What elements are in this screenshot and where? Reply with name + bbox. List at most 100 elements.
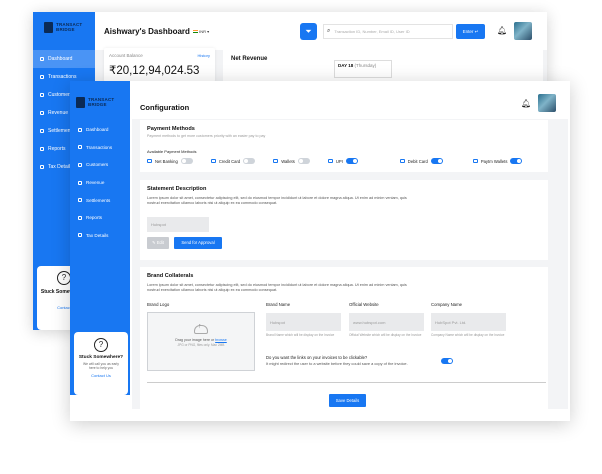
brand-logo[interactable]: TRANSACT BRIDGE [76,97,114,108]
logo-mark-icon [76,97,85,108]
upi-toggle[interactable] [345,158,358,164]
brand-name-input[interactable]: Hubspot [266,313,341,331]
revenue-icon [40,111,44,115]
available-methods-label: Available Payment Methods [147,149,197,154]
save-details-button[interactable]: Save Details [329,394,366,407]
settlements-icon [40,129,44,133]
sidebar-item-reports[interactable]: Reports [70,209,130,227]
sidebar-item-tax-details[interactable]: Tax Details [70,227,130,245]
tax-icon [40,165,44,169]
net-revenue-title: Net Revenue [231,56,268,62]
website-label: Official Website [349,302,379,307]
brand-logo-label: Brand Logo [147,302,170,307]
balance-label: Account Balance [109,53,143,58]
sidebar-item-settlements[interactable]: Settlements [70,191,130,209]
sidebar-item-transactions[interactable]: Transactions [70,139,130,157]
brand-name-hint: Brand Name which will be display on the … [266,333,335,337]
credit-card-icon [210,159,216,163]
revenue-icon [78,180,82,185]
edit-icon: ✎ [152,240,156,245]
paytm-wallets-toggle[interactable] [510,158,523,164]
debit-card-toggle[interactable] [430,158,443,164]
history-link[interactable]: History [198,53,210,58]
brand-collaterals-text: Lorem ipsum dolor sit amet, consectetur … [147,283,407,292]
logo-upload-dropzone[interactable]: Drag your image here or browse JPG or PN… [147,312,255,371]
customers-icon [40,93,44,97]
send-for-approval-button[interactable]: Send for Approval [174,237,222,249]
method-credit-card: Credit Card [210,158,256,164]
statement-text: Lorem ipsum dolor sit amet, consectetur … [147,196,407,205]
clickable-links-hint: It might redirect the user to a website … [266,361,408,366]
method-wallets: Wallets [273,158,310,164]
logo-mark-icon [44,22,53,33]
grid-icon [40,57,44,61]
statement-input[interactable]: Hubspot [147,217,209,232]
wallet-icon [273,159,279,163]
clickable-links-toggle[interactable] [441,358,453,364]
sidebar-item-dashboard[interactable]: Dashboard [33,50,95,68]
help-card: ? Stuck Somewhere? We will call you as e… [74,332,128,395]
clickable-links-question: Do you want the links on your invoices t… [266,355,368,360]
enter-button[interactable]: Enter ↵ [456,24,485,39]
cloud-upload-icon [194,323,208,334]
config-sidebar: TRANSACT BRIDGE Dashboard Transactions C… [70,81,130,395]
grid-icon [78,127,82,132]
page-title: Configuration [140,103,190,112]
filter-button[interactable]: ⏷ [300,23,317,40]
question-icon: ? [94,338,108,352]
help-title: Stuck Somewhere? [78,355,124,360]
upload-hint: JPG or PNG, files only. Max 2MB [177,343,225,347]
help-desc-2: here to help you [88,366,114,370]
search-input[interactable]: ⌕ Transaction ID, Number, Email ID, User … [323,24,453,39]
credit-card-toggle[interactable] [243,158,256,164]
company-name-hint: Company Name which will be display on th… [431,333,505,337]
reports-icon [40,147,44,151]
upi-icon [327,159,333,163]
wallets-toggle[interactable] [297,158,310,164]
transactions-icon [78,145,82,150]
dashboard-title: Aishwary's Dashboard [104,27,190,36]
browse-link[interactable]: browse [215,338,227,342]
screenshot-stage: TRANSACT BRIDGE Dashboard Transactions C… [0,0,602,474]
currency-selector[interactable]: INR ▾ [193,29,209,34]
paytm-icon [472,159,478,163]
sidebar-item-dashboard[interactable]: Dashboard [70,121,130,139]
settlements-icon [78,198,82,203]
bell-icon[interactable]: 🔔︎ [521,99,531,108]
method-upi: UPI [327,158,358,164]
method-net-banking: Net Banking [147,158,193,164]
payment-methods-title: Payment Methods [147,126,195,132]
website-input[interactable]: www.hubspot.com [349,313,424,331]
company-name-input[interactable]: HubSpot Pvt. Ltd. [431,313,506,331]
chart-tooltip: DAY 18 (Thursday) [334,60,392,78]
brand-name-label: Brand Name [266,302,291,307]
method-paytm-wallets: Paytm Wallets [472,158,523,164]
contact-us-link[interactable]: Contact Us [74,373,128,378]
config-header [130,81,570,119]
net-banking-toggle[interactable] [180,158,193,164]
brand-name-line2: BRIDGE [56,26,75,32]
payment-methods-row: Net Banking Credit Card Wallets UPI Debi… [147,158,542,164]
avatar[interactable] [514,22,532,40]
company-name-label: Company Name [431,302,463,307]
config-nav: Dashboard Transactions Customers Revenue… [70,121,130,244]
transactions-icon [40,75,44,79]
statement-title: Statement Description [147,186,207,192]
bell-icon[interactable]: 🔔︎ [497,26,507,35]
reports-icon [78,215,82,220]
avatar[interactable] [538,94,556,112]
website-hint: Official Website which will be display o… [349,333,422,337]
edit-button[interactable]: ✎ Edit [147,237,169,249]
account-balance-card: Account Balance History ₹20,12,94,024.53 [104,48,215,82]
debit-card-icon [399,159,405,163]
india-flag-icon [193,30,198,34]
search-icon: ⌕ [327,28,331,34]
brand-logo[interactable]: TRANSACT BRIDGE [44,22,82,33]
brand-name-line2: BRIDGE [88,101,107,107]
bank-icon [147,159,152,163]
sidebar-item-revenue[interactable]: Revenue [70,174,130,192]
sidebar-item-customers[interactable]: Customers [70,156,130,174]
brand-collaterals-title: Brand Collaterals [147,273,194,279]
divider [147,382,546,383]
payment-methods-subtitle: Payment methods to get more customers pr… [147,134,266,138]
